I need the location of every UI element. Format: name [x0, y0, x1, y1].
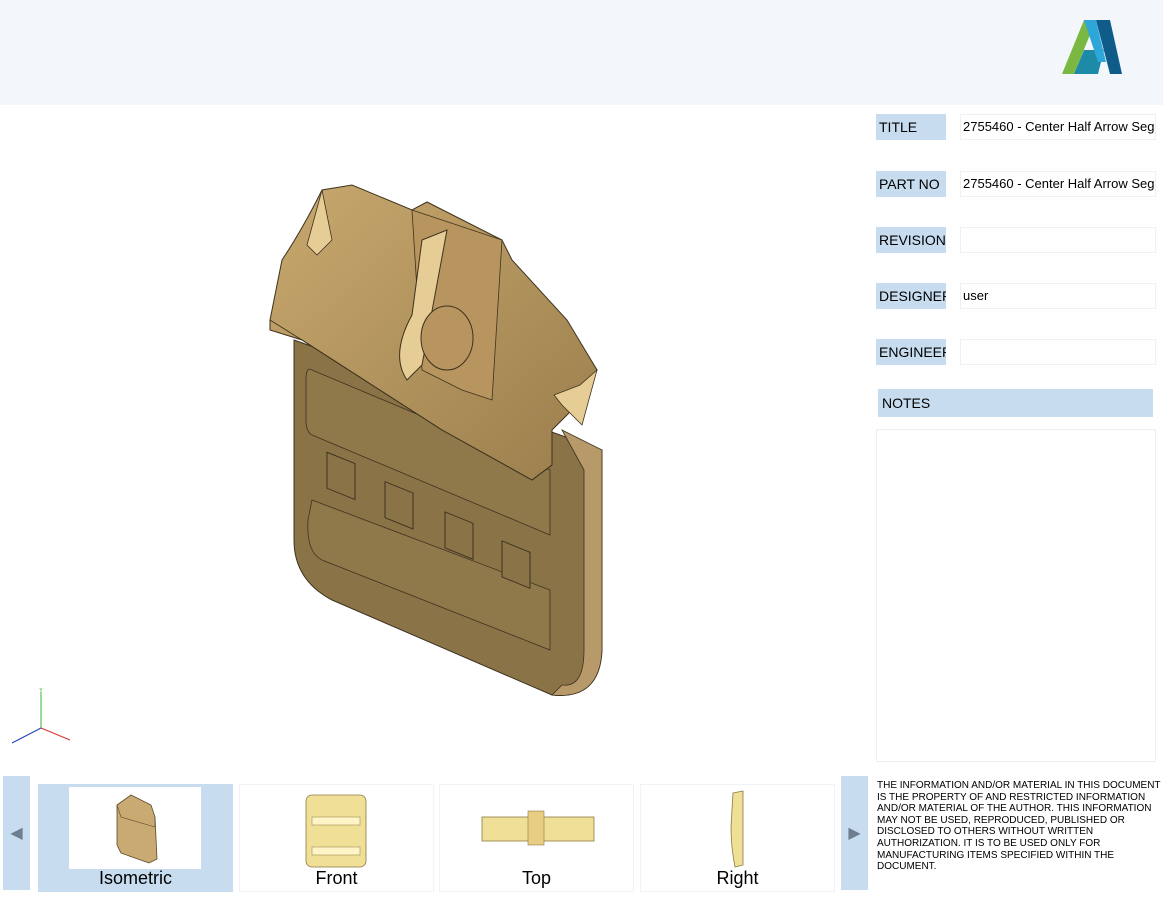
engineer-label: ENGINEER	[876, 339, 946, 365]
view-thumbnail-right[interactable]: Right	[640, 784, 835, 892]
autodesk-logo-icon	[1062, 20, 1122, 74]
axis-triad-icon: Y	[11, 688, 71, 744]
top-thumbnail-image	[470, 787, 602, 869]
prev-view-button[interactable]: ◀	[3, 776, 30, 890]
view-label-right: Right	[716, 868, 759, 888]
header-bar	[0, 0, 1163, 105]
part-3d-model[interactable]	[262, 180, 607, 705]
view-label-isometric: Isometric	[98, 868, 172, 888]
view-label-top: Top	[521, 868, 552, 888]
view-label-front: Front	[315, 868, 358, 888]
designer-field[interactable]: user	[960, 283, 1156, 309]
designer-label: DESIGNER	[876, 283, 946, 309]
part-no-label: PART NO	[876, 171, 946, 197]
revision-label: REVISION	[876, 227, 946, 253]
front-thumbnail-image	[270, 787, 402, 869]
view-thumbnail-front[interactable]: Front	[239, 784, 434, 892]
notes-label: NOTES	[878, 389, 1153, 417]
model-viewport[interactable]: Y	[0, 105, 866, 773]
next-view-button[interactable]: ▶	[841, 776, 868, 890]
svg-text:Y: Y	[39, 688, 43, 694]
triangle-right-icon: ▶	[848, 825, 861, 842]
revision-field[interactable]	[960, 227, 1156, 253]
title-label: TITLE	[876, 114, 946, 140]
isometric-thumbnail-image	[69, 787, 201, 869]
title-field[interactable]: 2755460 - Center Half Arrow Segment	[960, 114, 1156, 140]
engineer-field[interactable]	[960, 339, 1156, 365]
notes-field[interactable]	[876, 429, 1156, 762]
part-no-field[interactable]: 2755460 - Center Half Arrow Segment	[960, 171, 1156, 197]
triangle-left-icon: ◀	[10, 825, 23, 842]
right-thumbnail-image	[671, 787, 803, 869]
view-thumbnail-top[interactable]: Top	[439, 784, 634, 892]
drawing-viewer: Y TITLE 2755460 - Center Half Arrow Segm…	[0, 0, 1163, 899]
disclaimer-text: THE INFORMATION AND/OR MATERIAL IN THIS …	[877, 780, 1161, 873]
view-thumbnail-isometric[interactable]: Isometric	[38, 784, 233, 892]
